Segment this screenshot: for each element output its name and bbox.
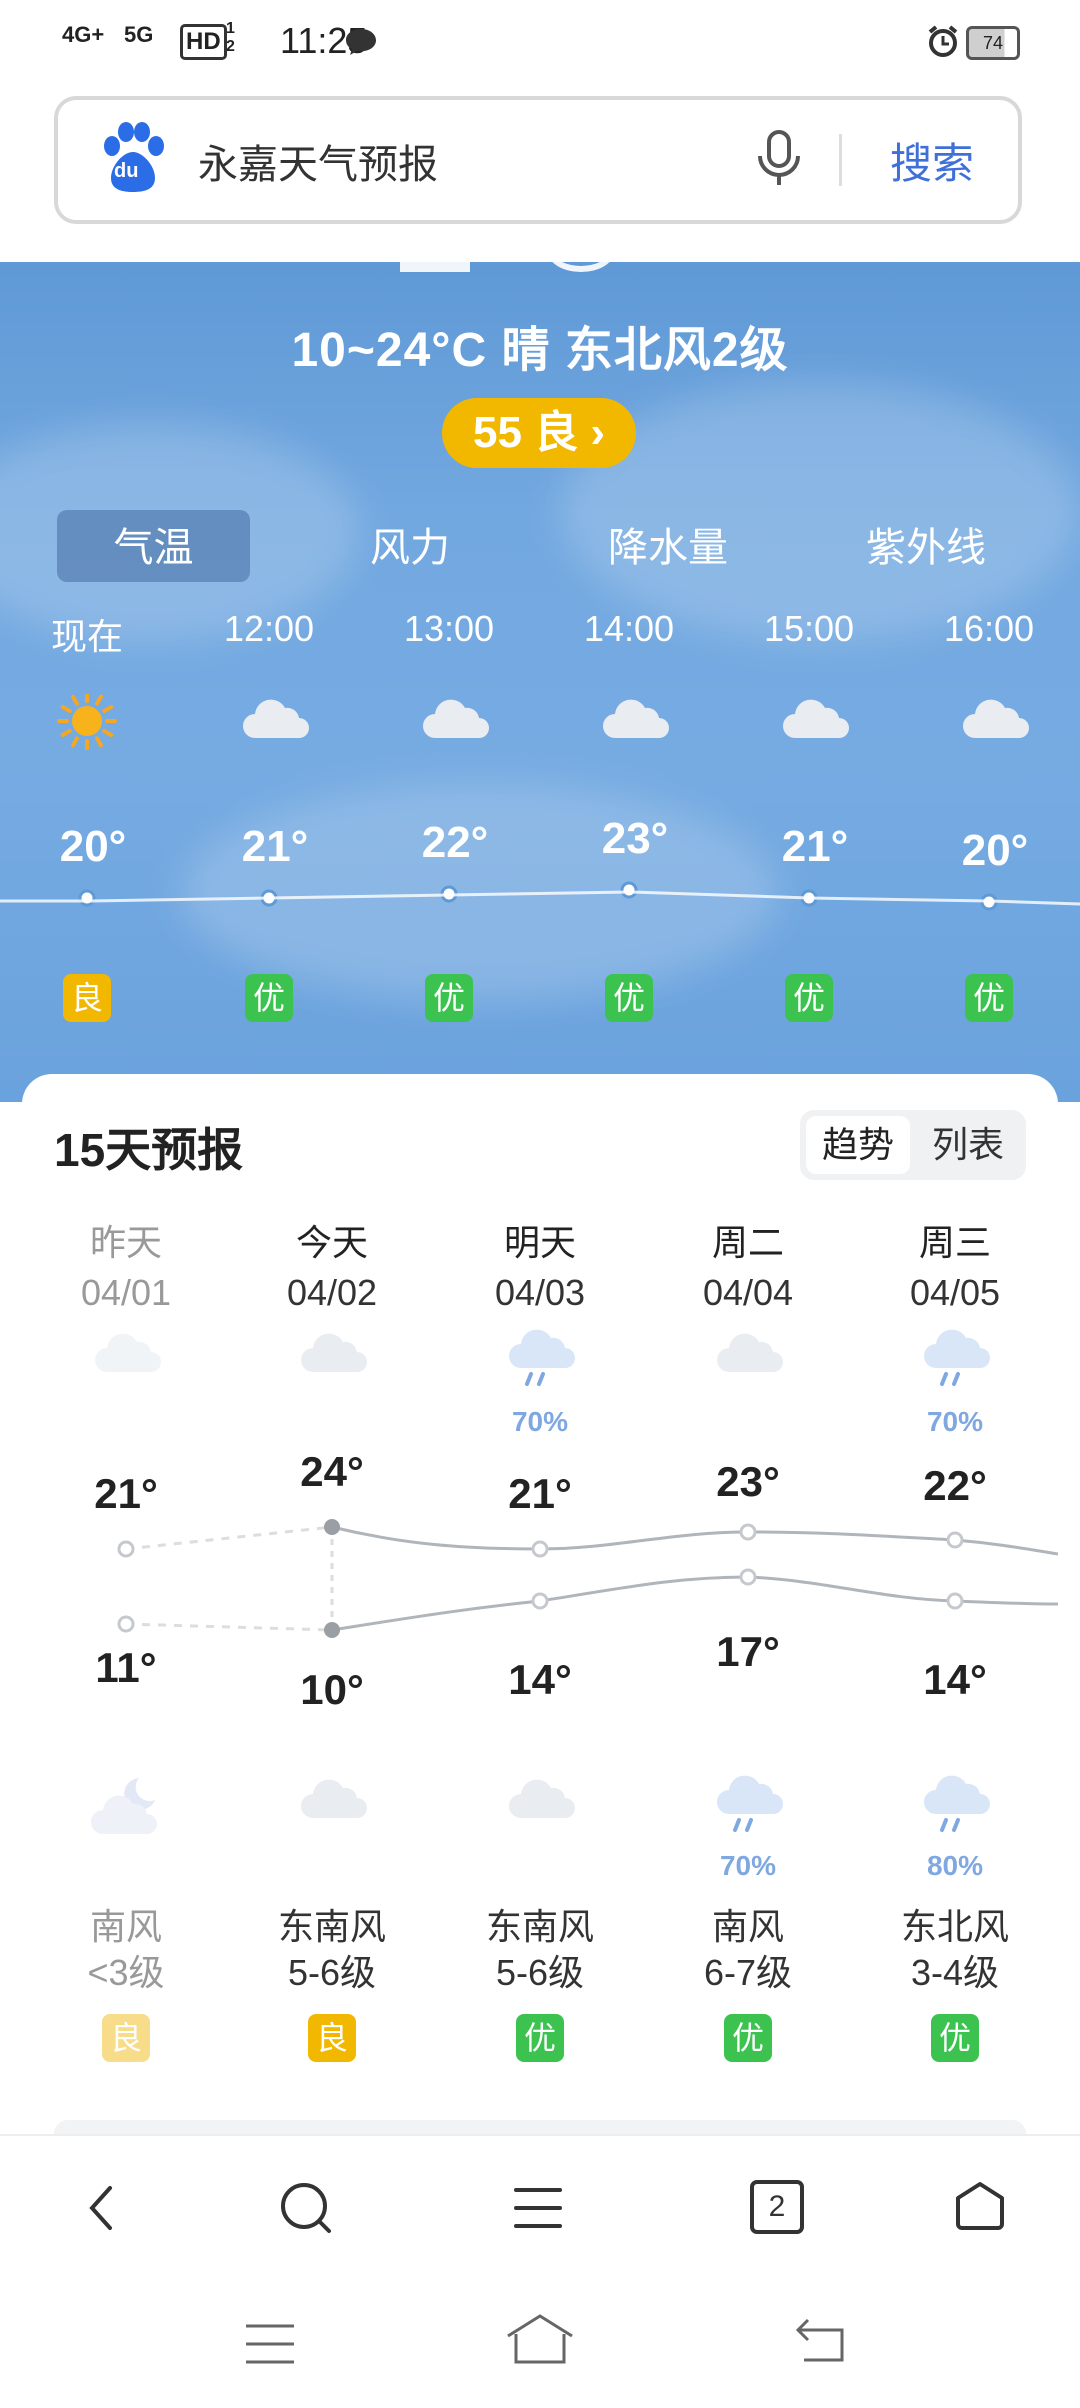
day-aqi-badge: 优 [516, 2014, 564, 2062]
wind-level: <3级 [87, 1952, 165, 1993]
menu-icon[interactable] [514, 2186, 562, 2235]
hour-aqi-badge: 优 [785, 974, 833, 1022]
day-aqi-badge: 良 [102, 2014, 150, 2062]
hi-temp-point-today [324, 1519, 340, 1535]
system-back-icon[interactable] [794, 2314, 848, 2369]
hi-temp-point [739, 1523, 757, 1541]
night-rain-probability: 70% [719, 1850, 777, 1881]
cut-off-temperature-digit [400, 262, 470, 272]
hd-sub-label: 1 2 [226, 20, 235, 55]
network-5g-label: 5G [124, 22, 154, 47]
lo-temp-point [739, 1568, 757, 1586]
search-input[interactable]: 永嘉天气预报 [198, 132, 438, 190]
battery-indicator: 74 [966, 26, 1020, 60]
system-nav-bar [0, 2280, 1080, 2408]
hour-aqi-badge: 优 [245, 974, 293, 1022]
wind-direction: 东南风 [277, 1906, 386, 1947]
microphone-icon[interactable] [754, 128, 804, 195]
recent-apps-icon[interactable] [244, 2322, 296, 2371]
system-home-icon[interactable] [504, 2312, 576, 2373]
hour-aqi-badge: 优 [965, 974, 1013, 1022]
lo-temp-point-today [324, 1622, 340, 1638]
tabs-counter-button[interactable]: 2 [750, 2180, 804, 2234]
day-aqi-badge: 优 [724, 2014, 772, 2062]
hour-time: 现在 [50, 616, 123, 657]
next-card-edge [54, 2120, 1026, 2134]
wind-level: 6-7级 [703, 1952, 793, 1993]
hd-label: HD [180, 24, 227, 60]
browser-nav-bar: 2 [0, 2134, 1080, 2282]
search-bar[interactable]: du 永嘉天气预报 搜索 [54, 96, 1022, 224]
tab-temperature[interactable]: 气温 [57, 512, 250, 584]
cut-off-degree-symbol [548, 262, 614, 272]
message-icon [344, 24, 378, 66]
status-bar: 4G+ 5G HD 1 2 11:25 74 [0, 0, 1080, 86]
hi-temp-point [117, 1540, 135, 1558]
alarm-icon [926, 24, 960, 67]
tab-precipitation[interactable]: 降水量 [568, 512, 768, 584]
wind-level: 5-6级 [287, 1952, 377, 1993]
baidu-logo-text: du [114, 160, 139, 182]
hour-time: 13:00 [403, 608, 495, 649]
hour-temperature: 22° [421, 818, 489, 867]
search-icon[interactable] [278, 2180, 334, 2241]
daily-temperature-chart [117, 1519, 1058, 1638]
home-icon[interactable] [954, 2180, 1006, 2237]
chevron-right-icon: › [590, 408, 606, 457]
fifteen-day-forecast-card: 15天预报 趋势 列表 昨天 04/01 21° 11° 南风 <3级 良今天 … [22, 1074, 1058, 2134]
aqi-value: 55 良 [472, 408, 579, 457]
current-weather-panel: 10~24°C 晴 东北风2级 55 良 › 气温 风力 降水量 紫外线 现在 … [0, 262, 1080, 1102]
search-divider [839, 134, 842, 186]
hour-temperature: 23° [601, 814, 669, 863]
cloud-icon [239, 694, 309, 744]
network-4g-label: 4G+ [62, 22, 105, 47]
cloud-icon [779, 694, 849, 744]
wind-direction: 南风 [711, 1906, 784, 1947]
tab-wind[interactable]: 风力 [310, 512, 510, 584]
lo-temp-point [946, 1592, 964, 1610]
day-aqi-badge: 优 [931, 2014, 979, 2062]
hour-time: 15:00 [763, 608, 855, 649]
day-aqi-badge: 良 [308, 2014, 356, 2062]
lo-temp-point [531, 1592, 549, 1610]
night-rain-probability: 80% [926, 1850, 984, 1881]
hourly-temperature-line [0, 890, 1080, 906]
tab-uv[interactable]: 紫外线 [826, 512, 1026, 584]
weather-summary: 10~24°C 晴 东北风2级 [291, 324, 789, 377]
sun-icon [57, 691, 127, 751]
wind-level: 3-4级 [910, 1952, 1000, 1993]
hi-temp-point [531, 1540, 549, 1558]
hour-aqi-badge: 良 [63, 974, 111, 1022]
cloud-icon [599, 694, 669, 744]
aqi-badge[interactable]: 55 良 › [442, 398, 636, 468]
cloud-icon [419, 694, 489, 744]
lo-temp-point [117, 1615, 135, 1633]
wind-direction: 东北风 [900, 1906, 1009, 1947]
search-button[interactable]: 搜索 [890, 130, 974, 191]
hi-temp-point [946, 1531, 964, 1549]
hour-aqi-badge: 优 [605, 974, 653, 1022]
wind-direction: 东南风 [485, 1906, 594, 1947]
cloud-icon [959, 694, 1029, 744]
hour-aqi-badge: 优 [425, 974, 473, 1022]
hour-time: 14:00 [583, 608, 675, 649]
back-icon[interactable] [82, 2182, 122, 2239]
hour-time: 12:00 [223, 608, 315, 649]
wind-level: 5-6级 [495, 1952, 585, 1993]
hour-time: 16:00 [943, 608, 1035, 649]
wind-direction: 南风 [89, 1906, 162, 1947]
